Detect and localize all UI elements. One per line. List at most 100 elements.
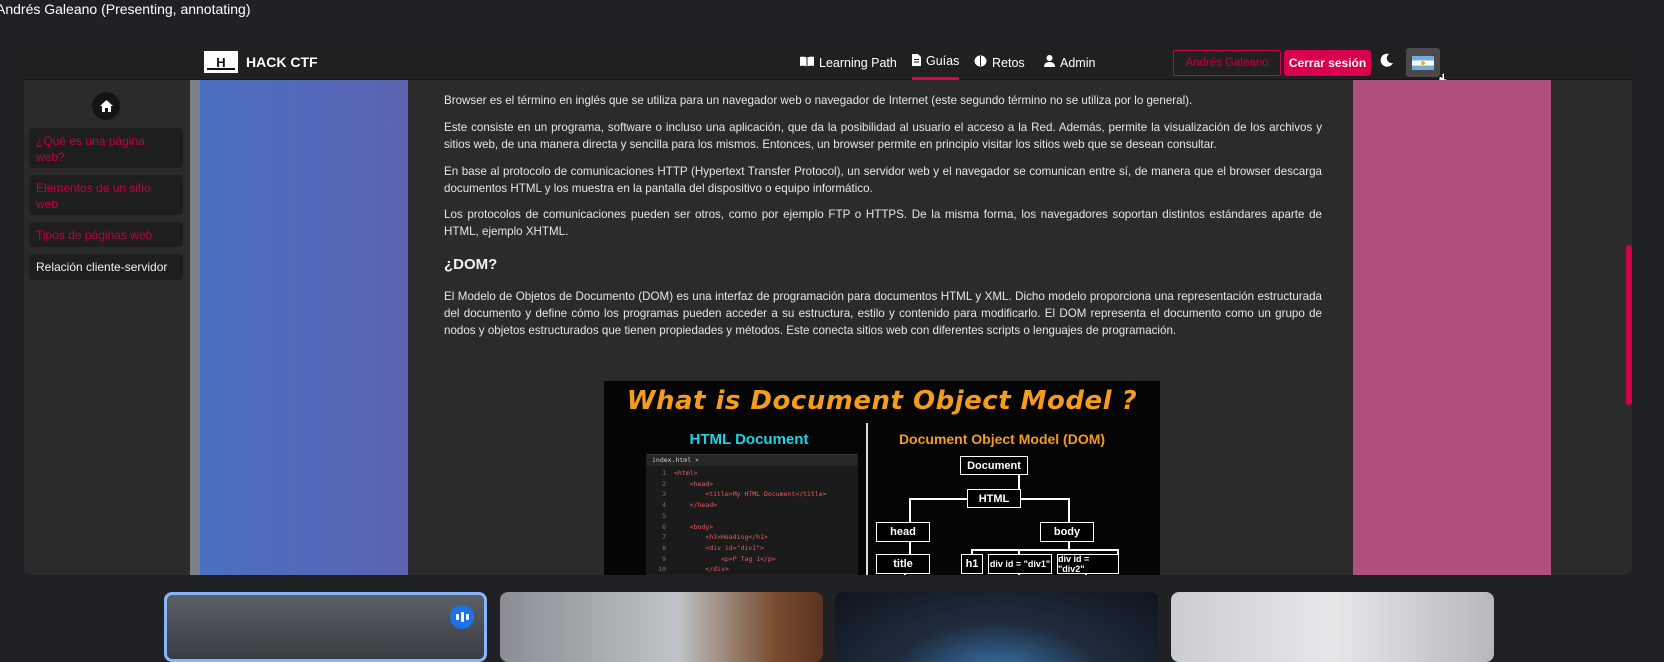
nav-guias-label: Guías [926,54,960,68]
participant-tile[interactable] [500,592,823,662]
dom-node-h1: h1 [961,554,983,574]
shared-screen: H HACK CTF Learning Path Guías Retos Adm… [24,45,1632,575]
brand-logo-icon: H [202,49,240,75]
language-button[interactable] [1406,48,1440,77]
nav-admin-label: Admin [1060,55,1096,70]
code-line-number: 3 [662,490,666,499]
left-panel [200,80,408,575]
dom-node-head: head [876,522,930,542]
nav-guias[interactable]: Guías [912,45,960,80]
code-line-number: 7 [662,533,666,542]
figure-title: What is Document Object Model ? [626,386,1138,416]
code-line-text: <div id="div1"> [674,543,765,552]
dom-node-title: title [876,554,930,574]
user-button[interactable]: Andrés Galeano [1173,50,1281,76]
moon-icon[interactable] [1380,53,1394,72]
dom-node-document: Document [960,456,1028,475]
code-line-text: <html> [674,469,698,477]
sidebar-item-que-es-pagina-web[interactable]: ¿Qué es una página web? [29,128,183,168]
brand-logo-letter: H [216,54,226,70]
tree-edge [1018,574,1020,575]
participant-strip [0,592,1664,662]
tree-edge [904,574,906,575]
participant-tile[interactable] [835,592,1158,662]
code-line-number: 10 [658,565,666,574]
sidebar-item-tipos-paginas-web[interactable]: Tipos de páginas web [29,222,183,247]
guide-content: Browser es el término en inglés que se u… [408,80,1353,575]
paragraph-browser: Browser es el término en inglés que se u… [444,94,1193,107]
nav-retos[interactable]: Retos [974,45,1025,80]
logout-button[interactable]: Cerrar sesión [1284,50,1371,76]
code-line: 8 <div id="div1"> [646,543,764,553]
left-scrollbar[interactable] [190,80,200,575]
code-line: 6 <body> [646,522,713,532]
home-icon [99,100,113,112]
figure-dom-label: Document Object Model (DOM) [898,431,1106,447]
argentina-flag-icon [1412,55,1434,70]
sidebar-item-elementos-sitio-web[interactable]: Elementos de un sitio web [29,175,183,215]
dom-node-body: body [1040,522,1094,542]
presenter-label: Andrés Galeano (Presenting, annotating) [0,1,251,17]
tree-edge [1085,574,1087,575]
speaking-indicator-icon [450,605,474,629]
code-line-number: 8 [662,543,666,552]
dom-node-div1: div id = "div1" [988,554,1052,574]
code-line-number: 2 [662,479,666,488]
user-tie-icon [1044,55,1055,70]
brand[interactable]: H HACK CTF [202,49,318,75]
code-line-number: 6 [662,522,666,531]
code-line-number: 5 [662,511,666,520]
editor-tab: index.html × [646,455,858,466]
document-icon [912,53,921,69]
brand-name: HACK CTF [246,54,318,70]
tree-edge [1068,498,1070,523]
code-line: 1 <html> [646,468,697,478]
paragraph-dom: El Modelo de Objetos de Documento (DOM) … [444,290,1322,337]
code-line-text: <body> [674,522,714,531]
participant-tile[interactable] [1171,592,1494,662]
code-line: 3 <title>My HTML Document</title> [646,489,827,499]
code-editor: index.html × 1 <html> 2 <head> 3 <title>My … [646,454,858,575]
code-line-number: 1 [662,469,666,477]
dom-node-div2: div id = "div2" [1057,554,1119,574]
code-line: 10 </div> [646,564,729,574]
dom-figure: What is Document Object Model ? HTML Doc… [604,381,1160,575]
code-line-number: 4 [662,501,666,510]
tree-edge [971,549,1118,551]
code-line-text: </div> [674,565,729,574]
page-scrollbar-thumb[interactable] [1626,245,1632,405]
code-line-number: 9 [662,554,666,563]
paragraph-http: En base al protocolo de comunicaciones H… [444,165,1322,195]
paragraph-programa: Este consiste en un programa, software o… [444,121,1322,151]
code-line: 2 <head> [646,479,713,489]
nav-retos-label: Retos [992,55,1025,70]
code-line-text: <p>P Tag 1</p> [674,554,776,563]
code-line: 9 <p>P Tag 1</p> [646,554,776,564]
code-line-text: <title>My HTML Document</title> [674,490,827,499]
sidebar-item-relacion-cliente-servidor[interactable]: Relación cliente-servidor [29,254,183,280]
site-navbar: H HACK CTF Learning Path Guías Retos Adm… [24,45,1632,87]
right-panel [1353,80,1551,575]
code-line-text: </head> [674,501,718,510]
code-line: 7 <h1>Heading</h1> [646,532,768,542]
guide-sidebar: ¿Qué es una página web? Elementos de un … [24,80,190,575]
home-button[interactable] [92,92,120,120]
meeting-top-bar: Andrés Galeano (Presenting, annotating) [0,0,1664,28]
brain-icon [974,55,987,70]
code-line: 4 </head> [646,500,717,510]
code-line-text: <h1>Heading</h1> [674,533,768,542]
tree-edge [1018,473,1020,490]
tree-edge [909,498,911,523]
code-line: 5 [646,511,674,521]
figure-html-document-label: HTML Document [689,431,809,448]
participant-tile[interactable] [164,592,487,662]
nav-learning-path[interactable]: Learning Path [800,45,897,80]
dom-heading: ¿DOM? [444,256,498,273]
page-scrollbar[interactable] [1551,80,1632,575]
code-line-text: <head> [674,479,714,488]
paragraph-protocolos: Los protocolos de comunicaciones pueden … [444,208,1322,238]
book-icon [800,56,814,70]
figure-divider [866,423,868,575]
nav-learning-path-label: Learning Path [819,55,897,70]
nav-admin[interactable]: Admin [1044,45,1095,80]
